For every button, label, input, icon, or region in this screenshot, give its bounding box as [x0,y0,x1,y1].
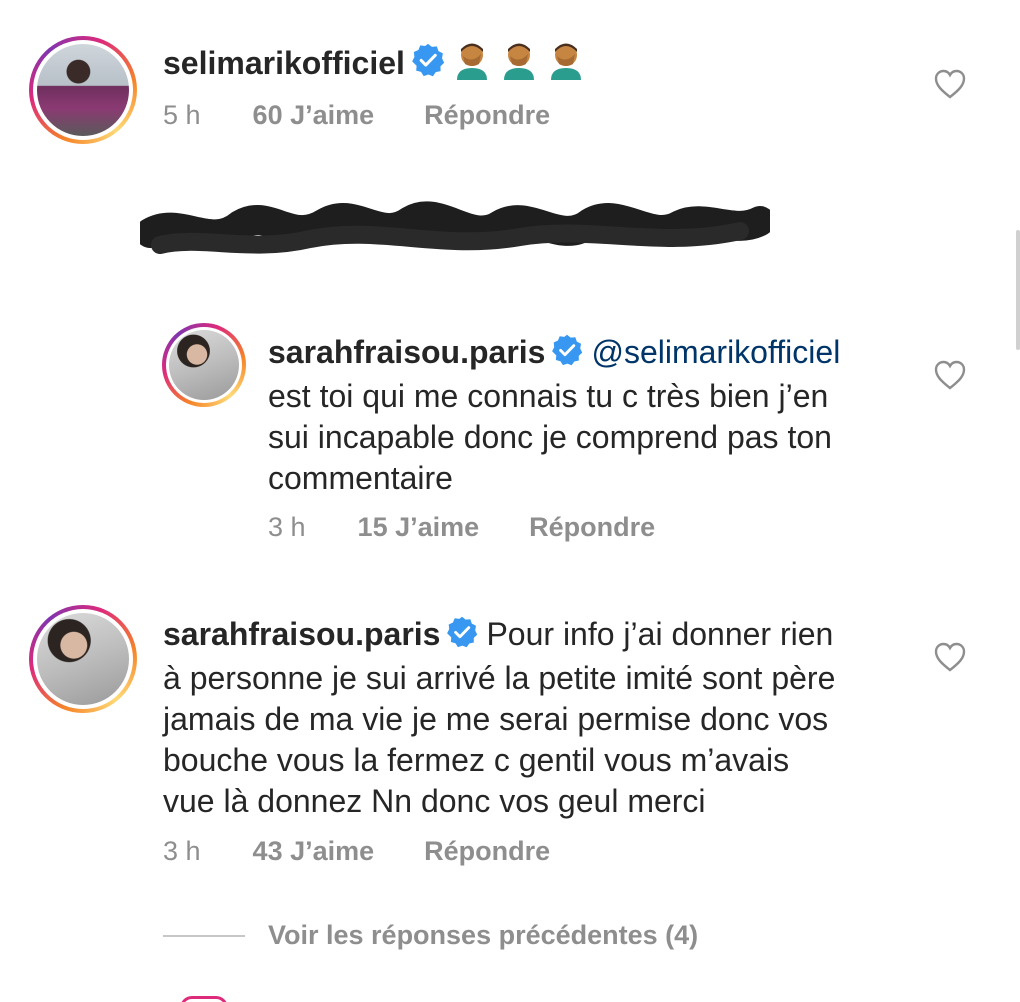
comment-meta: 5 h 60 J’aime Répondre [163,100,550,131]
facepalm-emoji [453,40,491,90]
comment-username[interactable]: sarahfraisou.paris [268,334,545,370]
comment-username[interactable]: sarahfraisou.paris [163,616,440,652]
comment-meta: 3 h 43 J’aime Répondre [163,836,550,867]
comment-username[interactable]: selimarikofficiel [163,45,405,81]
redaction-scribble [140,201,770,254]
comment-meta: 3 h 15 J’aime Répondre [268,512,655,543]
comment-text-line: à personne je sui arrivé la petite imité… [163,660,836,696]
heart-outline-icon[interactable] [933,641,967,673]
comment-time: 5 h [163,100,201,130]
comment-2: sarahfraisou.paris @selimarikofficiel est… [268,332,928,499]
comment-3: sarahfraisou.paris Pour info j’ai donner … [163,614,928,822]
reply-button[interactable]: Répondre [529,512,655,543]
facepalm-emoji [547,40,585,90]
comment-first-line: sarahfraisou.paris @selimarikofficiel [268,332,928,376]
next-avatar [180,996,228,1002]
comment-first-line: sarahfraisou.paris Pour info j’ai donner … [163,614,928,658]
avatar-sarahfraisou[interactable] [162,323,246,407]
reply-button[interactable]: Répondre [424,100,550,131]
comment-text-line: jamais de ma vie je me serai permise don… [163,701,829,737]
verified-badge-icon [551,334,583,376]
scrollbar[interactable] [1016,230,1020,350]
comment-time: 3 h [268,512,306,542]
comment-time: 3 h [163,836,201,866]
likes-count[interactable]: 60 J’aime [253,100,375,131]
avatar-sarahfraisou[interactable] [29,605,137,713]
comment-text-line: commentaire [268,460,453,496]
verified-badge-icon [446,616,478,658]
comment-text-line: Pour info j’ai donner rien [486,616,834,652]
view-previous-replies-link[interactable]: Voir les réponses précédentes (4) [268,920,698,951]
heart-outline-icon[interactable] [933,359,967,391]
verified-badge-icon [411,43,445,87]
facepalm-emoji [500,40,538,90]
avatar-selimarikofficiel[interactable] [29,36,137,144]
mention-link[interactable]: @selimarikofficiel [591,334,840,370]
replies-divider [163,935,245,937]
reply-button[interactable]: Répondre [424,836,550,867]
likes-count[interactable]: 43 J’aime [253,836,375,867]
comment-text-line: sui incapable donc je comprend pas ton [268,419,832,455]
comment-text-line: vue là donnez Nn donc vos geul merci [163,783,706,819]
comment-1: selimarikofficiel [163,40,923,90]
comment-text-line: bouche vous la fermez c gentil vous m’av… [163,742,790,778]
heart-outline-icon[interactable] [933,68,967,100]
likes-count[interactable]: 15 J’aime [358,512,480,543]
comment-text-line: est toi qui me connais tu c très bien j’… [268,378,829,414]
